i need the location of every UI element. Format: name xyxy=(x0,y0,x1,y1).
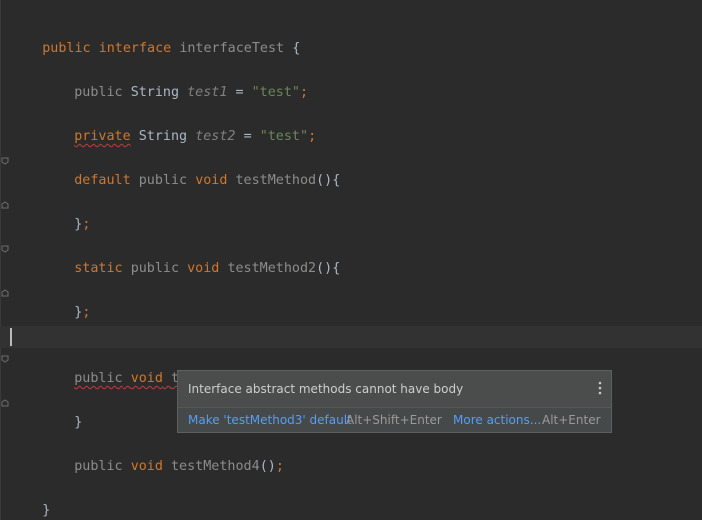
method-parens: () xyxy=(259,459,276,474)
fold-open-icon[interactable] xyxy=(1,245,9,253)
field-test1: test1 xyxy=(187,85,228,100)
keyword-public: public xyxy=(74,459,123,474)
popup-message: Interface abstract methods cannot have b… xyxy=(188,382,464,396)
gutter-divider xyxy=(0,0,1,520)
close-brace: } xyxy=(74,415,83,430)
keyword-public: public xyxy=(42,41,91,56)
code-line-1[interactable]: public interface interfaceTest { xyxy=(10,19,300,56)
fold-open-icon[interactable] xyxy=(1,355,9,363)
type-string: String xyxy=(138,129,188,144)
kebab-vertical-icon[interactable] xyxy=(597,381,603,395)
keyword-private-error: private xyxy=(74,129,131,144)
keyword-default: default xyxy=(74,173,131,188)
make-default-action[interactable]: Make 'testMethod3' default xyxy=(188,413,352,427)
code-line-3[interactable]: private String test2 = "test"; xyxy=(42,107,316,144)
string-literal: "test" xyxy=(251,85,300,100)
code-editor[interactable]: public interface interfaceTest { public … xyxy=(0,0,702,520)
popup-actions: Make 'testMethod3' default Alt+Shift+Ent… xyxy=(178,407,611,432)
field-test2: test2 xyxy=(195,129,236,144)
keyword-void: void xyxy=(130,371,163,386)
code-line-7[interactable]: }; xyxy=(42,283,90,320)
more-actions-shortcut: Alt+Enter xyxy=(542,413,601,427)
more-actions-link[interactable]: More actions... xyxy=(453,413,541,427)
fold-open-icon[interactable] xyxy=(1,157,9,165)
method-parens: (){ xyxy=(316,261,341,276)
code-line-5[interactable]: }; xyxy=(42,195,90,232)
code-line-6[interactable]: static public void testMethod2(){ xyxy=(42,239,340,276)
code-line-10[interactable]: public void testMethod4(); xyxy=(42,437,284,474)
semicolon: ; xyxy=(82,217,91,232)
method-name: testMethod xyxy=(235,173,317,188)
fold-close-icon[interactable] xyxy=(1,289,9,297)
keyword-static: static xyxy=(74,261,123,276)
code-line-8[interactable]: public void testMethod3(){ xyxy=(42,349,284,386)
code-line-9[interactable]: } xyxy=(42,393,82,430)
code-line-2[interactable]: public String test1 = "test"; xyxy=(42,63,308,100)
method-name: testMethod4 xyxy=(171,459,260,474)
keyword-public: public xyxy=(138,173,188,188)
close-brace: } xyxy=(42,503,51,518)
keyword-interface: interface xyxy=(98,41,172,56)
open-brace: { xyxy=(292,41,301,56)
popup-header: Interface abstract methods cannot have b… xyxy=(178,371,611,407)
assign-operator: = xyxy=(235,85,244,100)
semicolon: ; xyxy=(308,129,317,144)
type-string: String xyxy=(130,85,180,100)
error-popup: Interface abstract methods cannot have b… xyxy=(177,370,612,433)
code-line-4[interactable]: default public void testMethod(){ xyxy=(42,151,340,188)
current-line-highlight xyxy=(0,326,702,348)
method-parens: (){ xyxy=(316,173,341,188)
keyword-public: public xyxy=(74,371,123,386)
method-name: testMethod2 xyxy=(227,261,317,276)
code-line-11[interactable]: } xyxy=(10,481,50,518)
keyword-void: void xyxy=(130,459,163,474)
semicolon: ; xyxy=(300,85,309,100)
keyword-void: void xyxy=(195,173,228,188)
text-caret xyxy=(10,328,12,346)
keyword-void: void xyxy=(187,261,220,276)
assign-operator: = xyxy=(243,129,252,144)
keyword-public: public xyxy=(130,261,180,276)
string-literal: "test" xyxy=(259,129,309,144)
interface-name: interfaceTest xyxy=(179,41,285,56)
fold-close-icon[interactable] xyxy=(1,399,9,407)
semicolon: ; xyxy=(275,459,284,474)
fold-close-icon[interactable] xyxy=(1,201,9,209)
keyword-public: public xyxy=(74,85,123,100)
semicolon: ; xyxy=(82,305,91,320)
make-default-shortcut: Alt+Shift+Enter xyxy=(346,413,442,427)
